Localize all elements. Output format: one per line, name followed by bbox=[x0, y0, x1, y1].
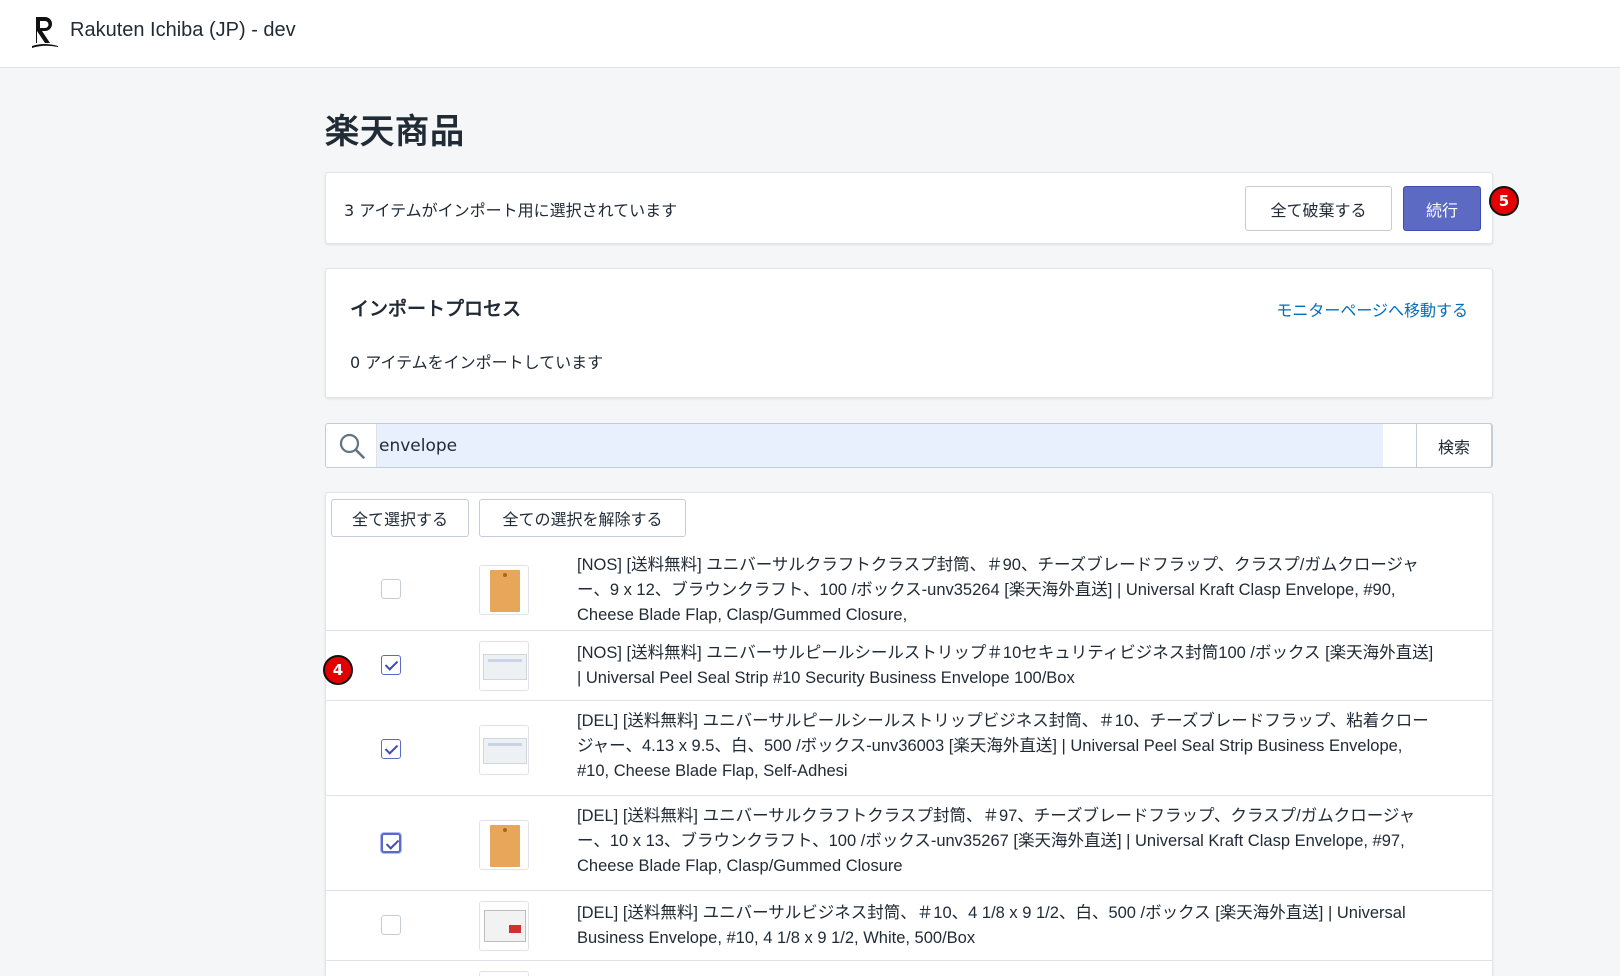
product-title: [NOS] [送料無料] ユニバーサルピールシールストリップ＃10セキュリティビ… bbox=[577, 644, 1434, 687]
product-checkbox[interactable] bbox=[381, 655, 401, 675]
monitor-page-link[interactable]: モニターページへ移動する bbox=[1276, 297, 1468, 321]
product-thumbnail bbox=[479, 641, 529, 691]
app-title: Rakuten Ichiba (JP) - dev bbox=[70, 19, 296, 41]
search-icon bbox=[339, 433, 365, 459]
product-title: [DEL] [送料無料] ユニバーサルビジネス封筒、＃10、4 1/8 x 9 … bbox=[577, 904, 1406, 947]
product-list-card: 全て選択する 全ての選択を解除する [NOS] [送料無料] ユニバーサルクラフ… bbox=[325, 492, 1493, 976]
product-title: [DEL] [送料無料] ユニバーサルクラフトクラスプ封筒、＃97、チーズブレー… bbox=[577, 807, 1416, 875]
product-checkbox[interactable] bbox=[381, 739, 401, 759]
selection-summary-card: 3 アイテムがインポート用に選択されています 全て破棄する 続行 bbox=[325, 172, 1493, 244]
rakuten-logo-icon bbox=[32, 17, 58, 48]
product-title: [DEL] [送料無料] ユニバーサルピールシールストリップビジネス封筒、＃10… bbox=[577, 712, 1429, 780]
import-status-text: 0 アイテムをインポートしています bbox=[350, 353, 604, 372]
search-button[interactable]: 検索 bbox=[1416, 423, 1492, 468]
product-checkbox[interactable] bbox=[381, 915, 401, 935]
import-process-card: インポートプロセス モニターページへ移動する 0 アイテムをインポートしています bbox=[325, 268, 1493, 398]
row-marker-badge: 4 bbox=[323, 655, 353, 685]
product-thumbnail bbox=[479, 725, 529, 775]
product-title: [NOS] [送料無料] ユニバーサルクラフトクラスプ封筒、＃90、チーズブレー… bbox=[577, 556, 1419, 624]
product-row: [DEL] [送料無料] ユニバーサルピールシールストリップビジネス封筒、＃10… bbox=[326, 701, 1492, 796]
product-row bbox=[326, 961, 1492, 976]
product-row: [DEL] [送料無料] ユニバーサルクラフトクラスプ封筒、＃97、チーズブレー… bbox=[326, 796, 1492, 891]
product-row: [NOS] [送料無料] ユニバーサルピールシールストリップ＃10セキュリティビ… bbox=[326, 631, 1492, 701]
continue-button[interactable]: 続行 bbox=[1403, 186, 1481, 231]
product-thumbnail bbox=[479, 565, 529, 615]
product-thumbnail bbox=[479, 901, 529, 951]
deselect-all-button[interactable]: 全ての選択を解除する bbox=[479, 499, 686, 537]
top-bar: Rakuten Ichiba (JP) - dev bbox=[0, 0, 1620, 68]
product-checkbox[interactable] bbox=[381, 833, 401, 853]
product-thumbnail bbox=[479, 971, 529, 976]
product-thumbnail bbox=[479, 820, 529, 870]
select-all-button[interactable]: 全て選択する bbox=[331, 499, 469, 537]
selection-count-text: 3 アイテムがインポート用に選択されています bbox=[344, 201, 678, 220]
search-bar: 検索 bbox=[325, 423, 1493, 468]
step-marker-badge: 5 bbox=[1489, 186, 1519, 216]
product-checkbox[interactable] bbox=[381, 579, 401, 599]
product-row: [NOS] [送料無料] ユニバーサルクラフトクラスプ封筒、＃90、チーズブレー… bbox=[326, 549, 1492, 631]
search-input[interactable] bbox=[376, 424, 1383, 467]
product-row: [DEL] [送料無料] ユニバーサルビジネス封筒、＃10、4 1/8 x 9 … bbox=[326, 891, 1492, 961]
discard-all-button[interactable]: 全て破棄する bbox=[1245, 186, 1392, 231]
import-process-title: インポートプロセス bbox=[350, 298, 522, 320]
page-title: 楽天商品 bbox=[325, 112, 465, 152]
